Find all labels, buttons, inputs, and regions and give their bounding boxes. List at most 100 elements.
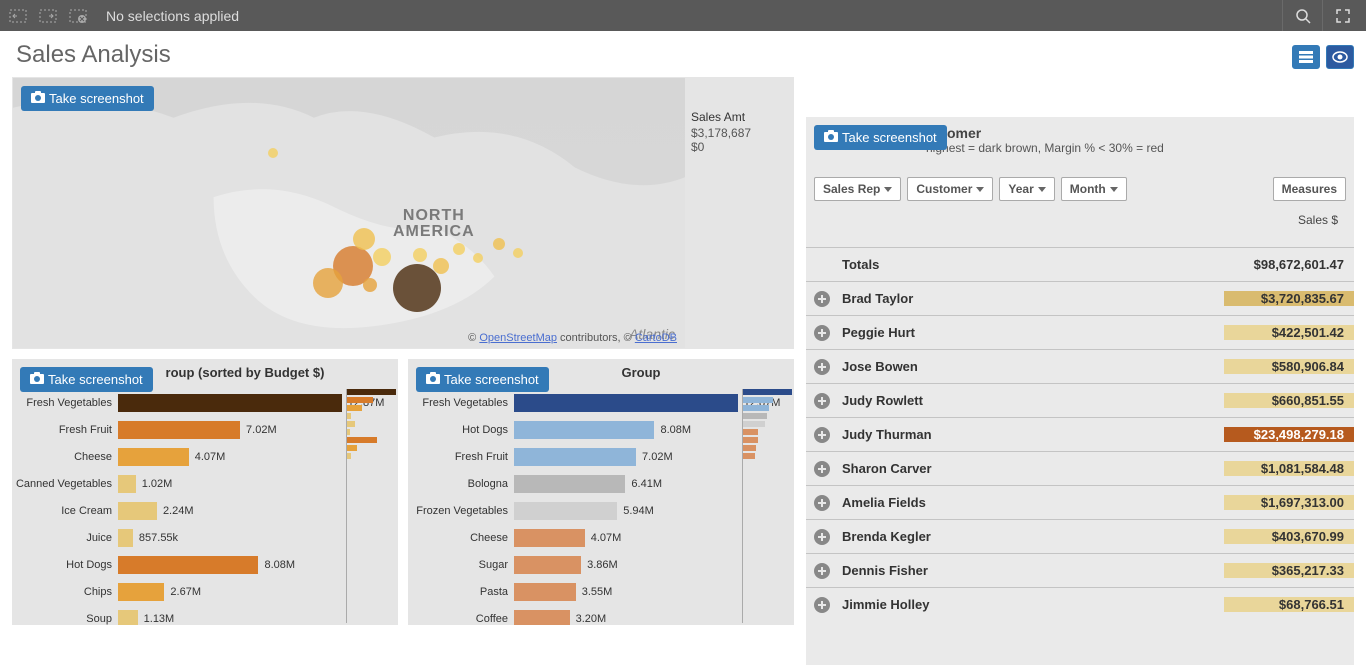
bar-value: 3.20M <box>572 610 607 626</box>
bar-label: Soup <box>12 613 118 625</box>
bar-value: 7.02M <box>638 448 673 466</box>
expand-icon[interactable] <box>806 325 838 341</box>
table-row[interactable]: Sharon Carver$1,081,584.48 <box>806 451 1354 485</box>
bar-value: 1.13M <box>140 610 175 626</box>
clear-selections-icon[interactable] <box>64 2 92 30</box>
bar-label: Bologna <box>408 478 514 490</box>
table-row[interactable]: Judy Rowlett$660,851.55 <box>806 383 1354 417</box>
screenshot-button[interactable]: Take screenshot <box>814 125 947 150</box>
expand-icon[interactable] <box>806 563 838 579</box>
fullscreen-icon[interactable] <box>1322 0 1362 31</box>
bar-value: 6.41M <box>627 475 662 493</box>
filter-month[interactable]: Month <box>1061 177 1127 201</box>
row-name: Peggie Hurt <box>838 325 1224 340</box>
row-name: Amelia Fields <box>838 495 1224 510</box>
bar-row[interactable]: Sugar3.86M <box>408 551 740 578</box>
row-name: Judy Thurman <box>838 427 1224 442</box>
expand-icon[interactable] <box>806 393 838 409</box>
step-forward-icon[interactable] <box>34 2 62 30</box>
row-value: $23,498,279.18 <box>1224 427 1354 442</box>
bar-row[interactable]: Bologna 6.41M <box>408 470 740 497</box>
step-back-icon[interactable] <box>4 2 32 30</box>
filter-year[interactable]: Year <box>999 177 1054 201</box>
toolbar-right <box>1282 0 1366 31</box>
expand-icon[interactable] <box>806 427 838 443</box>
row-value: $68,766.51 <box>1224 597 1354 612</box>
form-view-icon[interactable] <box>1292 45 1320 69</box>
carto-link[interactable]: CartoDB <box>635 332 677 344</box>
bar-row[interactable]: Fresh Vegetables12.87M <box>12 389 344 416</box>
table-row[interactable]: Amelia Fields$1,697,313.00 <box>806 485 1354 519</box>
bar-row[interactable]: Pasta3.55M <box>408 578 740 605</box>
totals-row: Totals$98,672,601.47 <box>806 247 1354 281</box>
table-row[interactable]: Jimmie Holley$68,766.51 <box>806 587 1354 621</box>
bar-value: 8.08M <box>260 556 295 574</box>
screenshot-button[interactable]: Take screenshot <box>416 367 549 392</box>
bar-label: Fresh Fruit <box>408 451 514 463</box>
expand-icon[interactable] <box>806 495 838 511</box>
row-value: $1,081,584.48 <box>1224 461 1354 476</box>
toolbar-left: No selections applied <box>0 2 243 30</box>
bar-row[interactable]: Juice857.55k <box>12 524 344 551</box>
filter-sales-rep[interactable]: Sales Rep <box>814 177 901 201</box>
table-row[interactable]: Peggie Hurt$422,501.42 <box>806 315 1354 349</box>
expand-icon[interactable] <box>806 597 838 613</box>
osm-link[interactable]: OpenStreetMap <box>479 332 557 344</box>
camera-icon <box>31 91 45 106</box>
bar-row[interactable]: Cheese4.07M <box>408 524 740 551</box>
continent-label: NORTHAMERICA <box>393 208 475 240</box>
expand-icon[interactable] <box>806 359 838 375</box>
bar-row[interactable]: Fresh Fruit7.02M <box>12 416 344 443</box>
table-row[interactable]: Judy Thurman$23,498,279.18 <box>806 417 1354 451</box>
bar-label: Chips <box>12 586 118 598</box>
map-canvas[interactable]: NORTHAMERICA Atlantic <box>13 78 685 348</box>
table-row[interactable]: Jose Bowen$580,906.84 <box>806 349 1354 383</box>
row-name: Dennis Fisher <box>838 563 1224 578</box>
row-value: $422,501.42 <box>1224 325 1354 340</box>
eye-view-icon[interactable] <box>1326 45 1354 69</box>
search-icon[interactable] <box>1282 0 1322 31</box>
selections-status: No selections applied <box>106 8 239 24</box>
minimap[interactable] <box>346 389 396 623</box>
bar-label: Cheese <box>408 532 514 544</box>
filter-customer[interactable]: Customer <box>907 177 993 201</box>
minimap[interactable] <box>742 389 792 623</box>
bar-label: Pasta <box>408 586 514 598</box>
bar-value: 2.67M <box>166 583 201 601</box>
map-attribution: © OpenStreetMap contributors, © CartoDB <box>468 332 677 344</box>
bar-row[interactable]: Ice Cream2.24M <box>12 497 344 524</box>
row-name: Brad Taylor <box>838 291 1224 306</box>
table-row[interactable]: Brenda Kegler$403,670.99 <box>806 519 1354 553</box>
table-row[interactable]: Dennis Fisher$365,217.33 <box>806 553 1354 587</box>
bar-row[interactable]: Canned Vegetables1.02M <box>12 470 344 497</box>
bar-value: 857.55k <box>135 529 178 547</box>
pivot-panel[interactable]: Take screenshot ustomer highest = dark b… <box>806 117 1354 665</box>
chart-budget[interactable]: Take screenshot roup (sorted by Budget $… <box>12 359 398 625</box>
bar-row[interactable]: Fresh Fruit 7.02M <box>408 443 740 470</box>
table-row[interactable]: Brad Taylor$3,720,835.67 <box>806 281 1354 315</box>
bar-row[interactable]: Hot Dogs8.08M <box>408 416 740 443</box>
map-panel[interactable]: Take screenshot NORTHAMERICA Atlantic <box>12 77 794 349</box>
bar-row[interactable]: Frozen Vegetables5.94M <box>408 497 740 524</box>
expand-icon[interactable] <box>806 529 838 545</box>
bar-label: Hot Dogs <box>408 424 514 436</box>
expand-icon[interactable] <box>806 461 838 477</box>
measures-button[interactable]: Measures <box>1273 177 1346 201</box>
bar-row[interactable]: Fresh Vegetables12.87M <box>408 389 740 416</box>
bar-label: Fresh Fruit <box>12 424 118 436</box>
column-header: Sales $ <box>1298 213 1338 227</box>
screenshot-button[interactable]: Take screenshot <box>20 367 153 392</box>
bar-row[interactable]: Chips 2.67M <box>12 578 344 605</box>
row-value: $3,720,835.67 <box>1224 291 1354 306</box>
chart-sales[interactable]: Take screenshot Group Fresh Vegetables12… <box>408 359 794 625</box>
screenshot-button[interactable]: Take screenshot <box>21 86 154 111</box>
bar-row[interactable]: Soup 1.13M <box>12 605 344 625</box>
expand-icon[interactable] <box>806 291 838 307</box>
pivot-table: Totals$98,672,601.47Brad Taylor$3,720,83… <box>806 247 1354 665</box>
bar-row[interactable]: Coffee3.20M <box>408 605 740 625</box>
caret-down-icon <box>976 187 984 192</box>
bar-row[interactable]: Hot Dogs 8.08M <box>12 551 344 578</box>
bar-row[interactable]: Cheese4.07M <box>12 443 344 470</box>
bar-value: 1.02M <box>138 475 173 493</box>
bar-label: Hot Dogs <box>12 559 118 571</box>
